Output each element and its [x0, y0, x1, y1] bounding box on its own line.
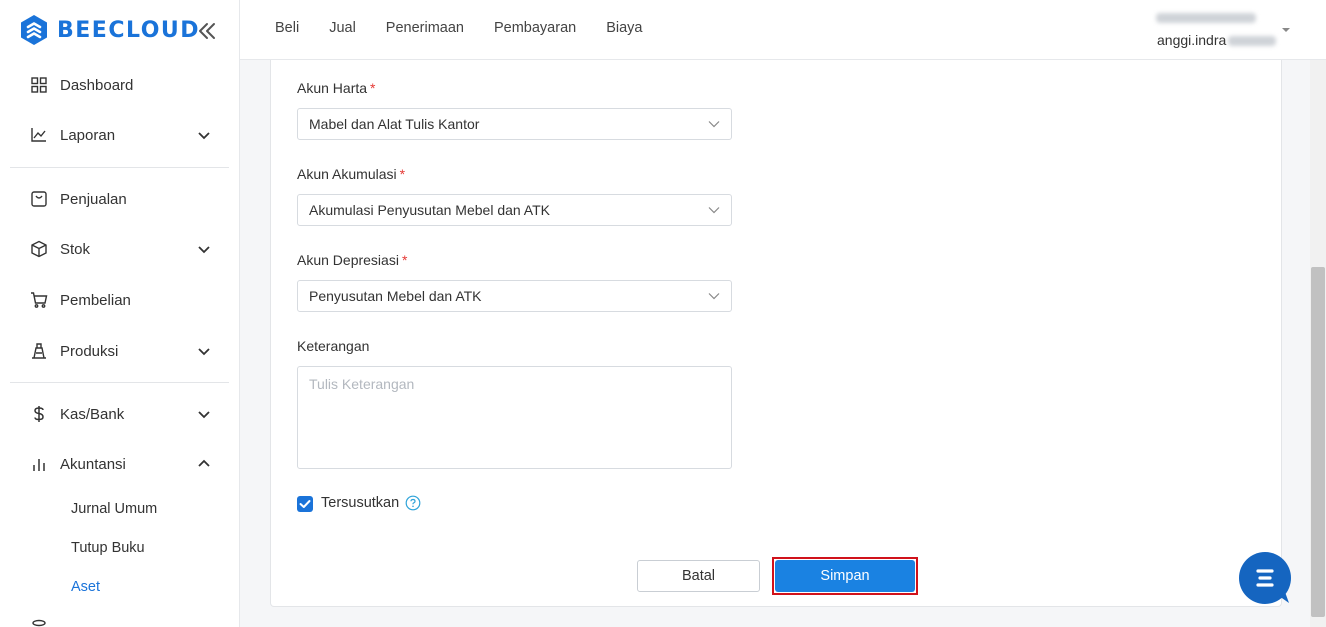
main-content: Akun Harta * Mabel dan Alat Tulis Kantor …: [240, 60, 1311, 627]
sidebar-divider: [10, 382, 229, 383]
page-scrollbar[interactable]: [1310, 60, 1326, 627]
username: anggi.indra: [1157, 32, 1227, 48]
chevron-up-icon: [198, 459, 210, 467]
keterangan-textarea[interactable]: Tulis Keterangan: [297, 366, 732, 469]
save-button[interactable]: Simpan: [775, 560, 915, 592]
chat-bubble-icon: [1256, 569, 1289, 603]
akun-depresiasi-select[interactable]: Penyusutan Mebel dan ATK: [297, 280, 732, 312]
tersusutkan-checkbox[interactable]: [297, 496, 313, 512]
sidebar-item-laporan[interactable]: Laporan: [0, 115, 239, 155]
required-marker: *: [370, 80, 376, 96]
box-icon: [31, 240, 47, 258]
akun-akumulasi-value: Akumulasi Penyusutan Mebel dan ATK: [309, 202, 550, 218]
akun-harta-select[interactable]: Mabel dan Alat Tulis Kantor: [297, 108, 732, 140]
brand[interactable]: BEECLOUD: [19, 14, 200, 46]
keterangan-label: Keterangan: [297, 338, 370, 354]
akun-harta-label: Akun Harta *: [297, 80, 376, 96]
sidebar-item-penjualan[interactable]: Penjualan: [0, 179, 239, 219]
required-marker: *: [399, 166, 406, 182]
chevron-down-icon: [198, 411, 210, 419]
cart-icon: [31, 292, 48, 308]
caret-down-icon[interactable]: [1280, 24, 1292, 36]
factory-icon: [32, 343, 46, 359]
sidebar-item-label: Dashboard: [60, 76, 134, 94]
sidebar-item-kas-bank[interactable]: Kas/Bank: [0, 394, 239, 434]
sidebar-item-produksi[interactable]: Produksi: [0, 331, 239, 371]
required-marker: *: [401, 252, 408, 268]
sidebar-item-label: Stok: [60, 240, 91, 258]
collapse-sidebar-icon[interactable]: [196, 20, 218, 42]
sidebar: BEECLOUD Dashboard Laporan Penjualan Sto…: [0, 0, 240, 627]
chat-button[interactable]: [1239, 552, 1291, 604]
chevron-down-icon: [198, 246, 210, 254]
akun-depresiasi-value: Penyusutan Mebel dan ATK: [309, 288, 482, 304]
username-blurred: [1228, 36, 1277, 47]
sidebar-item-label: Kas/Bank: [60, 405, 125, 423]
asset-form-card: Akun Harta * Mabel dan Alat Tulis Kantor …: [270, 60, 1282, 607]
brand-name: BEECLOUD: [57, 17, 201, 43]
cancel-button[interactable]: Batal: [637, 560, 760, 592]
akun-depresiasi-label: Akun Depresiasi *: [297, 252, 408, 268]
sidebar-subitem-aset[interactable]: Aset: [71, 579, 100, 595]
sidebar-item-label: Laporan: [60, 126, 116, 144]
top-nav-jual[interactable]: Jual: [329, 20, 356, 36]
chevron-down-icon: [708, 207, 720, 214]
sidebar-item-pembelian[interactable]: Pembelian: [0, 280, 239, 320]
akun-harta-value: Mabel dan Alat Tulis Kantor: [309, 116, 480, 132]
sidebar-item-stok[interactable]: Stok: [0, 229, 239, 269]
bar-chart-icon: [33, 459, 45, 471]
top-header: Beli Jual Penerimaan Pembayaran Biaya an…: [240, 0, 1326, 60]
grid-icon: [31, 77, 47, 93]
chart-line-icon: [31, 128, 46, 142]
checkmark-icon: [299, 500, 311, 508]
tersusutkan-label: Tersusutkan: [321, 495, 400, 511]
scrollbar-thumb[interactable]: [1311, 267, 1325, 617]
sidebar-item-label: Penjualan: [60, 190, 127, 208]
help-circle-icon[interactable]: [405, 495, 421, 511]
top-nav-pembayaran[interactable]: Pembayaran: [494, 20, 576, 36]
chevron-down-icon: [198, 132, 210, 140]
sidebar-divider: [10, 167, 229, 168]
beecloud-logo-icon: [21, 15, 47, 45]
chevron-down-icon: [708, 293, 720, 300]
akun-akumulasi-select[interactable]: Akumulasi Penyusutan Mebel dan ATK: [297, 194, 732, 226]
chevron-down-icon: [198, 348, 210, 356]
sidebar-subitem-jurnal-umum[interactable]: Jurnal Umum: [71, 501, 157, 517]
company-name-blurred: [1156, 11, 1260, 25]
user-menu[interactable]: anggi.indra: [1157, 32, 1277, 48]
top-nav-beli[interactable]: Beli: [275, 20, 299, 36]
sidebar-item-akuntansi[interactable]: Akuntansi: [0, 444, 239, 484]
top-nav: Beli Jual Penerimaan Pembayaran Biaya: [275, 20, 672, 36]
sidebar-item-label: Akuntansi: [60, 455, 126, 473]
dollar-icon: [34, 406, 44, 422]
sidebar-item-dashboard[interactable]: Dashboard: [0, 65, 239, 105]
sidebar-item-label: Produksi: [60, 342, 119, 360]
top-nav-biaya[interactable]: Biaya: [606, 20, 642, 36]
akun-akumulasi-label: Akun Akumulasi *: [297, 166, 406, 182]
top-nav-penerimaan[interactable]: Penerimaan: [386, 20, 464, 36]
keterangan-placeholder: Tulis Keterangan: [309, 376, 415, 392]
bag-icon: [31, 191, 47, 207]
sidebar-item-label: Pembelian: [60, 291, 131, 309]
sidebar-subitem-tutup-buku[interactable]: Tutup Buku: [71, 540, 145, 556]
database-icon: [32, 619, 46, 627]
chevron-down-icon: [708, 121, 720, 128]
